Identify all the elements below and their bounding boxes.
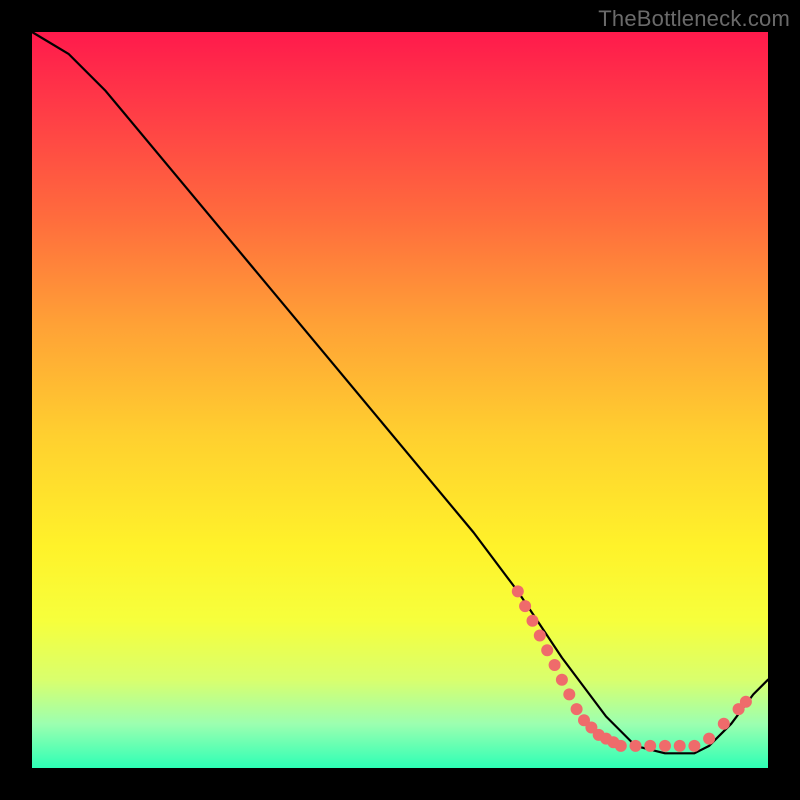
data-marker — [718, 718, 730, 730]
data-marker — [659, 740, 671, 752]
data-marker — [563, 688, 575, 700]
data-marker — [549, 659, 561, 671]
data-marker — [519, 600, 531, 612]
data-marker — [556, 674, 568, 686]
data-marker — [571, 703, 583, 715]
data-marker — [630, 740, 642, 752]
watermark-label: TheBottleneck.com — [598, 6, 790, 32]
data-marker — [615, 740, 627, 752]
chart-svg — [32, 32, 768, 768]
data-marker — [512, 585, 524, 597]
data-marker — [541, 644, 553, 656]
data-markers-group — [512, 585, 752, 752]
data-marker — [534, 630, 546, 642]
chart-stage: TheBottleneck.com — [0, 0, 800, 800]
data-marker — [688, 740, 700, 752]
data-marker — [674, 740, 686, 752]
data-marker — [527, 615, 539, 627]
data-marker — [644, 740, 656, 752]
bottleneck-curve — [32, 32, 768, 753]
data-marker — [740, 696, 752, 708]
data-marker — [703, 733, 715, 745]
plot-area — [32, 32, 768, 768]
